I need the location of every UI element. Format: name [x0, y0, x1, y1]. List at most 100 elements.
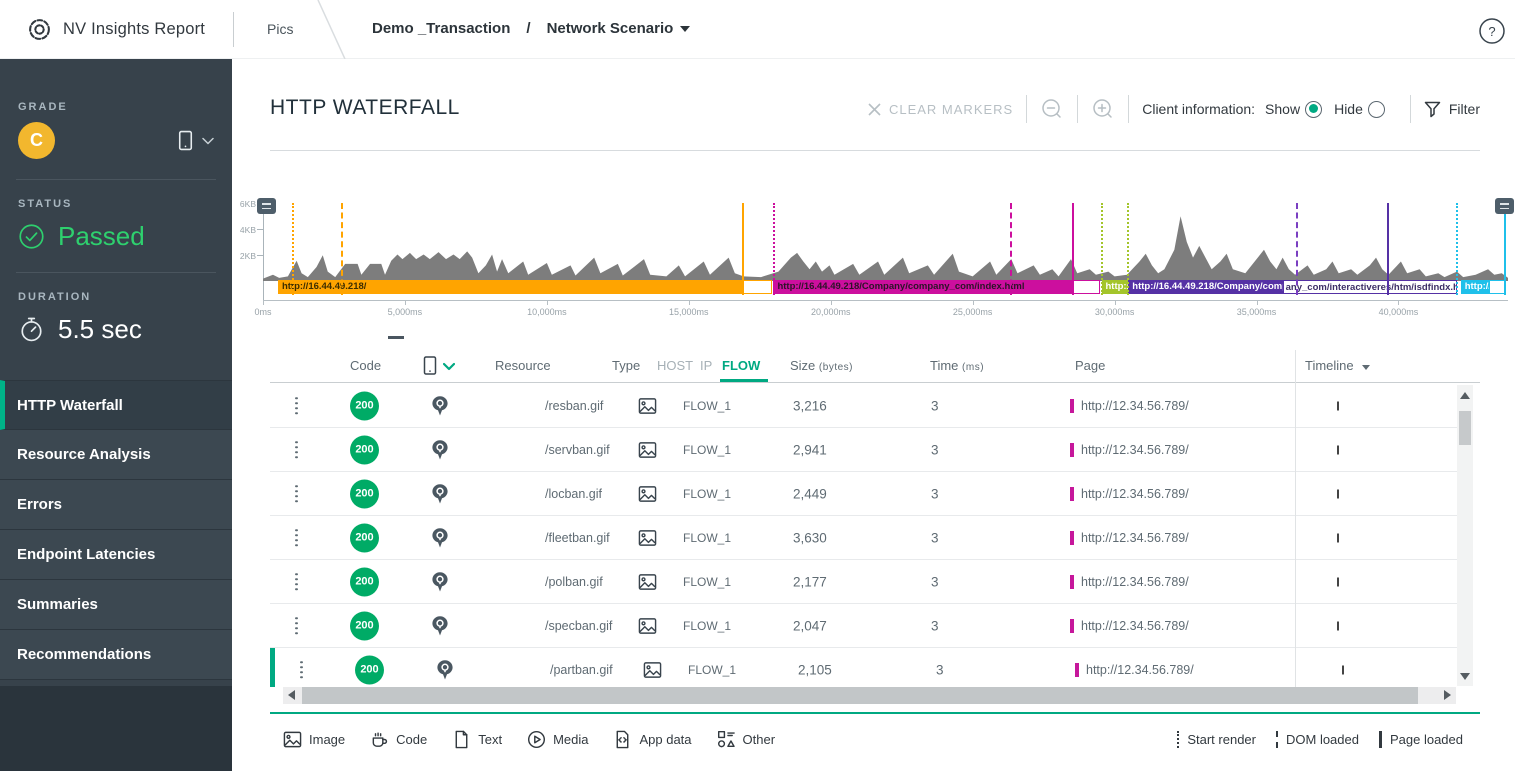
vertical-scrollbar[interactable] [1457, 385, 1473, 686]
filter-button[interactable]: Filter [1424, 101, 1480, 118]
resource-type-legend: Image Code Text Media App data Other [283, 730, 800, 749]
row-menu-kebab-icon[interactable] [291, 481, 302, 507]
marker-dashed-line [1296, 203, 1299, 295]
scroll-up-arrow-icon[interactable] [1460, 392, 1470, 399]
kebab-dot [295, 533, 298, 537]
help-button[interactable]: ? [1478, 17, 1506, 45]
x-axis-tick-label: 25,000ms [952, 307, 993, 317]
client-info-show-radio[interactable]: Show [1265, 100, 1323, 118]
marker-pin-icon[interactable] [428, 614, 452, 638]
sidebar-item-resource-analysis[interactable]: Resource Analysis [0, 430, 232, 480]
phone-icon[interactable] [423, 355, 437, 376]
chevron-down-icon[interactable] [443, 362, 455, 371]
marker-pin-icon[interactable] [428, 438, 452, 462]
resource-name: /resban.gif [545, 398, 604, 413]
row-menu-kebab-icon[interactable] [291, 437, 302, 463]
row-menu-kebab-icon[interactable] [291, 569, 302, 595]
scroll-down-arrow-icon[interactable] [1460, 673, 1470, 680]
table-row[interactable]: 200/polban.gif FLOW_1 2,177 3 http://12.34.5… [270, 560, 1457, 604]
marker-dotted-line [773, 203, 776, 295]
x-axis-tick [404, 300, 406, 305]
client-info-hide-radio[interactable]: Hide [1334, 100, 1385, 118]
sidebar-item-errors[interactable]: Errors [0, 480, 232, 530]
client-selector[interactable] [178, 130, 214, 151]
group-by-host-toggle[interactable]: HOST [657, 358, 693, 373]
scroll-left-arrow-icon[interactable] [288, 690, 295, 700]
column-header-timeline-sort[interactable]: Timeline [1305, 358, 1370, 373]
row-menu-kebab-icon[interactable] [296, 657, 307, 683]
scenario-dropdown[interactable]: Network Scenario [547, 20, 691, 37]
table-row[interactable]: 200/fleetban.gif FLOW_1 3,630 3 http://12.34… [270, 516, 1457, 560]
radio-selected-icon[interactable] [1305, 100, 1323, 118]
table-row[interactable]: 200/resban.gif FLOW_1 3,216 3 http://12.34.5… [270, 384, 1457, 428]
page-title: HTTP WATERFALL [270, 96, 460, 119]
status-code-badge: 200 [350, 479, 379, 508]
coffee-cup-icon [370, 730, 389, 749]
horizontal-scroll-thumb[interactable] [302, 687, 1418, 704]
range-handle-left[interactable] [257, 198, 276, 214]
flow-name: FLOW_1 [683, 486, 732, 501]
marker-solid-line [1387, 203, 1390, 295]
kebab-dot [295, 528, 298, 532]
grade-label: GRADE [18, 101, 68, 113]
page-color-chip [1070, 398, 1074, 413]
legend-type-code: Code [370, 730, 427, 749]
page-cell: http://12.34.56.789/ [1070, 574, 1189, 589]
row-menu-kebab-icon[interactable] [291, 393, 302, 419]
sidebar-item-endpoint-latencies[interactable]: Endpoint Latencies [0, 530, 232, 580]
zoom-in-button[interactable] [1091, 97, 1115, 121]
table-row[interactable]: 200/servban.gif FLOW_1 2,941 3 http://12.34.… [270, 428, 1457, 472]
marker-pin-icon[interactable] [428, 526, 452, 550]
kebab-dot [295, 396, 298, 400]
sidebar-item-http-waterfall[interactable]: HTTP Waterfall [0, 380, 232, 430]
panel-resize-handle[interactable] [388, 336, 404, 339]
time-value: 3 [931, 618, 939, 633]
marker-solid-line [742, 203, 745, 295]
scroll-right-arrow-icon[interactable] [1444, 690, 1451, 700]
image-icon [638, 616, 657, 635]
flow-name: FLOW_1 [688, 662, 737, 677]
page-cell: http://12.34.56.789/ [1070, 530, 1189, 545]
group-by-ip-toggle[interactable]: IP [700, 358, 712, 373]
size-value: 2,177 [793, 574, 827, 589]
section-label[interactable]: Pics [267, 21, 293, 37]
kebab-dot [300, 660, 303, 664]
sidebar-footer [0, 686, 232, 771]
group-by-flow-toggle[interactable]: FLOW [722, 358, 760, 373]
page-color-chip [1070, 486, 1074, 501]
sidebar-item-summaries[interactable]: Summaries [0, 580, 232, 630]
x-axis-tick-label: 35,000ms [1236, 307, 1277, 317]
horizontal-scrollbar[interactable] [283, 687, 1456, 704]
table-header: Code Resource Type HOST IP FLOW Size (by… [270, 350, 1480, 383]
vertical-scroll-thumb[interactable] [1459, 411, 1471, 445]
table-row[interactable]: 200/partban.gif FLOW_1 2,105 3 http://12.34.… [270, 648, 1457, 687]
status-code-badge: 200 [350, 567, 379, 596]
kebab-dot [295, 577, 298, 581]
range-handle-right[interactable] [1495, 198, 1514, 214]
image-icon [638, 440, 657, 459]
x-axis-tick-label: 30,000ms [1094, 307, 1135, 317]
breadcrumb-transaction: Demo _Transaction [372, 20, 511, 37]
waterfall-overview-chart: http://16.44.49.218/http://16.44.49.218/… [254, 198, 1514, 323]
zoom-out-button[interactable] [1040, 97, 1064, 121]
page-cell: http://12.34.56.789/ [1070, 486, 1189, 501]
svg-text:?: ? [1488, 24, 1495, 39]
table-row[interactable]: 200/locban.gif FLOW_1 2,449 3 http://12.34.5… [270, 472, 1457, 516]
marker-pin-icon[interactable] [433, 658, 457, 682]
radio-icon[interactable] [1367, 100, 1385, 118]
marker-pin-icon[interactable] [428, 482, 452, 506]
toolbar-rule [270, 150, 1480, 151]
sidebar-divider [16, 179, 216, 180]
row-menu-kebab-icon[interactable] [291, 525, 302, 551]
duration-value: 5.5 sec [58, 314, 142, 344]
marker-pin-icon[interactable] [428, 570, 452, 594]
kebab-dot [295, 450, 298, 454]
table-row[interactable]: 200/specban.gif FLOW_1 2,047 3 http://12.34.… [270, 604, 1457, 648]
sidebar-item-recommendations[interactable]: Recommendations [0, 630, 232, 680]
marker-pin-icon[interactable] [428, 394, 452, 418]
row-menu-kebab-icon[interactable] [291, 613, 302, 639]
legend-type-label: Other [742, 731, 776, 747]
clear-markers-button[interactable]: CLEAR MARKERS [868, 102, 1013, 117]
x-axis-tick-label: 10,000ms [527, 307, 567, 317]
timeline-column-border [1295, 350, 1296, 687]
